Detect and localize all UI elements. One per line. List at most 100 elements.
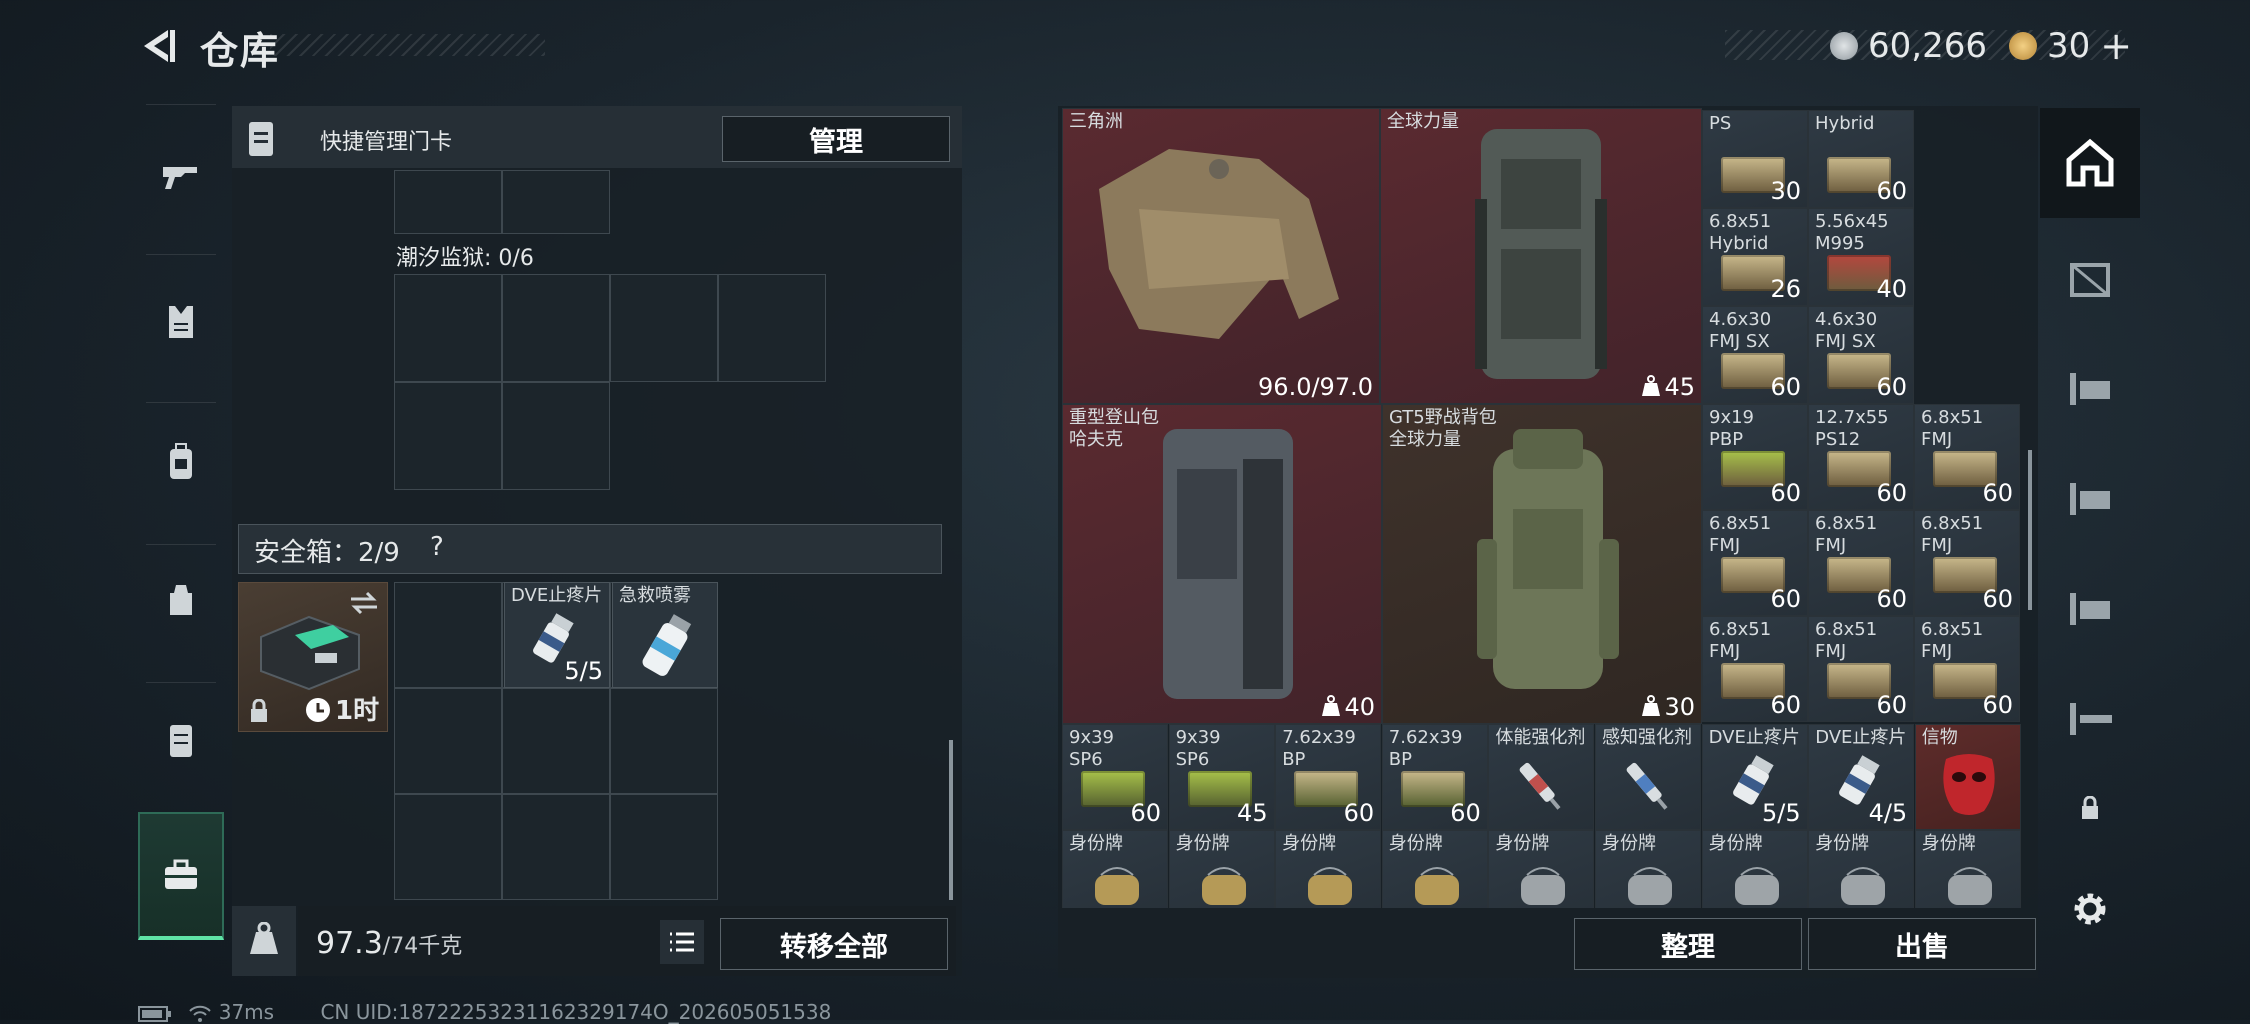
item-dogtag[interactable]: 身份牌 xyxy=(1808,830,1915,908)
item-backpack[interactable]: 全球力量 45 xyxy=(1380,108,1702,404)
grid-cell[interactable] xyxy=(502,382,610,490)
grid-cell[interactable] xyxy=(502,688,610,794)
inventory-scrollbar[interactable] xyxy=(2028,450,2032,610)
add-currency-button[interactable]: + xyxy=(2100,24,2132,68)
item-count: 60 xyxy=(1876,691,1907,719)
nav-weapons[interactable] xyxy=(138,116,224,236)
spray-can-icon xyxy=(642,614,692,676)
grid-cell[interactable] xyxy=(394,170,502,234)
item-ammo[interactable]: 7.62x39 BP 60 xyxy=(1275,724,1382,830)
item-ammo[interactable]: 4.6x30 FMJ SX 60 xyxy=(1808,306,1914,404)
item-ammo[interactable]: 6.8x51 Hybrid 26 xyxy=(1702,208,1808,306)
tab-locked[interactable] xyxy=(2040,768,2140,848)
nav-safebox-active[interactable] xyxy=(138,812,224,940)
item-count: 26 xyxy=(1770,275,1801,303)
grid-cell[interactable] xyxy=(718,274,826,382)
item-heavy-backpack[interactable]: 重型登山包 哈夫克 40 xyxy=(1062,404,1382,724)
tab-storage-2[interactable] xyxy=(2040,224,2140,334)
item-dogtag[interactable]: 身份牌 xyxy=(1275,830,1382,908)
gold-amount: 30 xyxy=(2046,26,2091,66)
clock-icon xyxy=(306,698,330,722)
tab-storage-6[interactable] xyxy=(2040,664,2140,774)
item-name: 9x39 SP6 xyxy=(1069,727,1115,770)
item-name: 身份牌 xyxy=(1495,833,1550,854)
tab-main-storage[interactable] xyxy=(2040,108,2140,218)
safe-box-timer: 1时 xyxy=(335,696,380,726)
transfer-all-button[interactable]: 转移全部 xyxy=(720,918,948,970)
safebox-case-icon xyxy=(260,615,360,691)
item-ammo[interactable]: 6.8x51 FMJ 60 xyxy=(1808,616,1914,722)
item-pills[interactable]: DVE止疼片 4/5 xyxy=(1808,724,1915,830)
dogtag-icon xyxy=(1841,867,1886,905)
safe-item-painkiller[interactable]: DVE止疼片 5/5 xyxy=(504,582,610,688)
item-dogtag[interactable]: 身份牌 xyxy=(1168,830,1275,908)
item-gt5-backpack[interactable]: GT5野战背包 全球力量 30 xyxy=(1382,404,1702,724)
page-title: 仓库 xyxy=(200,29,281,73)
item-ammo[interactable]: 6.8x51 FMJ 60 xyxy=(1808,510,1914,616)
grid-cell[interactable] xyxy=(394,274,502,382)
item-ammo[interactable]: 6.8x51 FMJ 60 xyxy=(1702,616,1808,722)
vest-icon xyxy=(169,306,193,338)
item-ammo[interactable]: 9x19 PBP 60 xyxy=(1702,404,1808,510)
item-dogtag[interactable]: 身份牌 xyxy=(1701,830,1808,908)
item-ammo[interactable]: 5.56x45 M995 40 xyxy=(1808,208,1914,306)
item-dogtag[interactable]: 身份牌 xyxy=(1488,830,1595,908)
item-ammo[interactable]: 6.8x51 FMJ 60 xyxy=(1914,510,2020,616)
left-scrollbar[interactable] xyxy=(949,740,953,900)
swap-icon[interactable] xyxy=(349,591,379,615)
item-pills[interactable]: DVE止疼片 5/5 xyxy=(1701,724,1808,830)
item-name: 身份牌 xyxy=(1815,833,1870,854)
grid-cell[interactable] xyxy=(502,170,610,234)
item-ammo[interactable]: 9x39 SP6 45 xyxy=(1168,724,1275,830)
item-ammo[interactable]: PS 30 xyxy=(1702,110,1808,208)
item-ammo[interactable]: 6.8x51 FMJ 60 xyxy=(1914,404,2020,510)
item-dogtag[interactable]: 身份牌 xyxy=(1381,830,1488,908)
nav-pouch[interactable] xyxy=(138,540,224,660)
item-count: 5/5 xyxy=(564,657,603,685)
settings-button[interactable] xyxy=(2040,864,2140,954)
item-dogtag[interactable]: 身份牌 xyxy=(1062,830,1168,908)
grid-cell[interactable] xyxy=(502,274,610,382)
nav-container[interactable] xyxy=(138,680,224,800)
item-ammo[interactable]: 7.62x39 BP 60 xyxy=(1381,724,1488,830)
item-ammo[interactable]: Hybrid 60 xyxy=(1808,110,1914,208)
sell-button[interactable]: 出售 xyxy=(1808,918,2036,970)
item-dogtag[interactable]: 身份牌 xyxy=(1914,830,2021,908)
grid-cell[interactable] xyxy=(394,794,502,900)
lock-icon xyxy=(251,699,267,722)
item-ammo[interactable]: 4.6x30 FMJ SX 60 xyxy=(1702,306,1808,404)
syringe-icon xyxy=(1626,762,1668,810)
item-mask[interactable]: 信物 xyxy=(1914,724,2021,830)
grid-cell[interactable] xyxy=(502,794,610,900)
item-ammo[interactable]: 12.7x55 PS12 60 xyxy=(1808,404,1914,510)
item-dogtag[interactable]: 身份牌 xyxy=(1595,830,1701,908)
tab-storage-4[interactable] xyxy=(2040,444,2140,554)
item-ammo[interactable]: 6.8x51 FMJ 60 xyxy=(1702,510,1808,616)
item-capacity: 45 xyxy=(1664,373,1695,401)
item-ammo[interactable]: 9x39 SP6 60 xyxy=(1062,724,1168,830)
tab-storage-3[interactable] xyxy=(2040,334,2140,444)
back-arrow-icon[interactable] xyxy=(138,26,178,66)
tab-storage-5[interactable] xyxy=(2040,554,2140,664)
help-icon[interactable]: ? xyxy=(430,532,444,562)
list-view-button[interactable] xyxy=(660,920,704,964)
sort-button[interactable]: 整理 xyxy=(1574,918,1802,970)
safe-box-item[interactable]: 1时 xyxy=(238,582,388,732)
grid-cell[interactable] xyxy=(610,274,718,382)
gear-icon xyxy=(2074,893,2106,925)
backpack-icon xyxy=(1163,429,1293,699)
grid-cell[interactable] xyxy=(610,794,718,900)
nav-armor[interactable] xyxy=(138,262,224,382)
grid-cell[interactable] xyxy=(394,582,502,688)
safe-item-first-aid-spray[interactable]: 急救喷雾 xyxy=(612,582,718,688)
nav-backpack[interactable] xyxy=(138,402,224,522)
item-ammo[interactable]: 6.8x51 FMJ 60 xyxy=(1914,616,2020,722)
grid-cell[interactable] xyxy=(394,688,502,794)
item-syringe[interactable]: 感知强化剂 xyxy=(1595,724,1701,830)
item-syringe[interactable]: 体能强化剂 xyxy=(1488,724,1595,830)
item-armor-vest[interactable]: 三角洲 96.0/97.0 xyxy=(1062,108,1380,404)
grid-cell[interactable] xyxy=(394,382,502,490)
manage-button[interactable]: 管理 xyxy=(722,116,950,162)
item-name: DVE止疼片 xyxy=(1815,727,1907,748)
grid-cell[interactable] xyxy=(610,688,718,794)
